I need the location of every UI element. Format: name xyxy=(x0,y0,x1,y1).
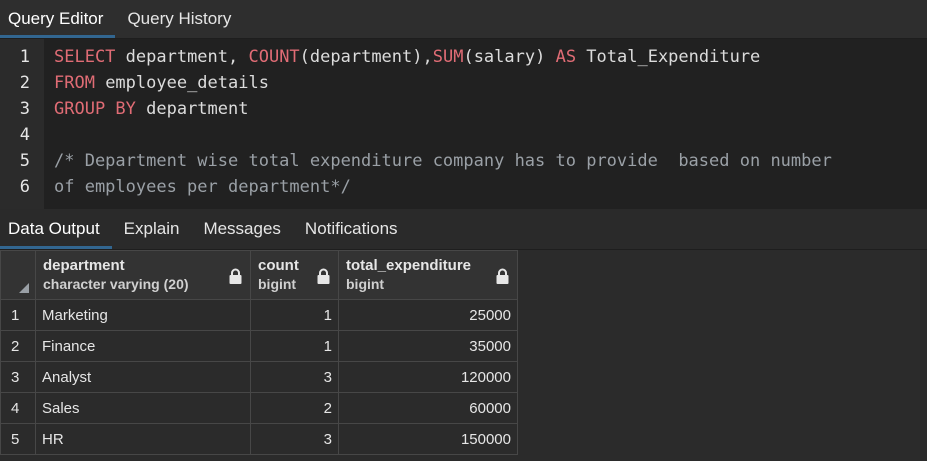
corner-triangle-icon xyxy=(19,283,29,293)
output-tabbar: Data Output Explain Messages Notifications xyxy=(0,209,927,250)
row-number[interactable]: 2 xyxy=(0,330,36,362)
line-number: 3 xyxy=(19,99,30,119)
lock-icon xyxy=(229,268,242,284)
tab-messages[interactable]: Messages xyxy=(191,209,292,249)
line-number: 5 xyxy=(19,151,30,171)
table-cell[interactable]: 2 xyxy=(250,392,339,424)
code-text: of employees per department*/ xyxy=(54,174,351,200)
row-number[interactable]: 3 xyxy=(0,361,36,393)
table-cell[interactable]: Finance xyxy=(35,330,251,362)
lock-icon xyxy=(317,268,330,284)
column-type: bigint xyxy=(346,276,385,292)
column-name: department xyxy=(43,257,125,274)
sql-keyword: COUNT xyxy=(248,47,300,67)
table-cell[interactable]: Analyst xyxy=(35,361,251,393)
table-cell[interactable]: 120000 xyxy=(338,361,518,393)
sql-keyword: FROM xyxy=(54,73,95,93)
line-number: 6 xyxy=(19,177,30,197)
table-cell[interactable]: 3 xyxy=(250,423,339,455)
select-all-corner[interactable] xyxy=(0,250,36,300)
table-row[interactable]: 2 Finance 1 35000 xyxy=(0,330,518,362)
column-name: total_expenditure xyxy=(346,257,472,274)
table-cell[interactable]: 3 xyxy=(250,361,339,393)
tab-data-output[interactable]: Data Output xyxy=(0,209,112,249)
table-row[interactable]: 1 Marketing 1 25000 xyxy=(0,299,518,331)
line-number: 1 xyxy=(19,47,30,67)
table-cell[interactable]: HR xyxy=(35,423,251,455)
table-cell[interactable]: Marketing xyxy=(35,299,251,331)
sql-keyword: AS xyxy=(555,47,577,67)
sql-text: department, xyxy=(115,47,249,67)
table-cell[interactable]: 25000 xyxy=(338,299,518,331)
sql-keyword: GROUP BY xyxy=(54,99,136,119)
result-table: department character varying (20) count big… xyxy=(0,250,518,455)
table-cell[interactable]: 1 xyxy=(250,299,339,331)
editor-tabbar: Query Editor Query History xyxy=(0,0,927,39)
row-number[interactable]: 5 xyxy=(0,423,36,455)
sql-keyword: SUM xyxy=(432,47,464,67)
sql-text: department xyxy=(135,99,249,119)
row-number[interactable]: 1 xyxy=(0,299,36,331)
table-row[interactable]: 5 HR 3 150000 xyxy=(0,423,518,455)
table-cell[interactable]: Sales xyxy=(35,392,251,424)
sql-comment: /* Department wise total expenditure com… xyxy=(54,151,832,171)
column-header-department[interactable]: department character varying (20) xyxy=(35,250,251,300)
sql-comment: of employees per department*/ xyxy=(54,177,351,197)
code-text: /* Department wise total expenditure com… xyxy=(54,148,832,174)
sql-editor[interactable]: 1 SELECT department, COUNT(department),SU… xyxy=(0,39,927,209)
column-header-count[interactable]: count bigint xyxy=(250,250,339,300)
table-cell[interactable]: 1 xyxy=(250,330,339,362)
sql-text: (salary) xyxy=(463,47,556,67)
line-number: 2 xyxy=(19,73,30,93)
tab-query-editor[interactable]: Query Editor xyxy=(0,0,116,38)
table-cell[interactable]: 60000 xyxy=(338,392,518,424)
sql-keyword: SELECT xyxy=(54,47,116,67)
table-cell[interactable]: 35000 xyxy=(338,330,518,362)
tab-notifications[interactable]: Notifications xyxy=(293,209,410,249)
tab-query-history[interactable]: Query History xyxy=(115,0,243,38)
row-number[interactable]: 4 xyxy=(0,392,36,424)
data-output-grid: department character varying (20) count big… xyxy=(0,250,927,461)
line-number: 4 xyxy=(19,125,30,145)
sql-text: (department), xyxy=(299,47,433,67)
code-text: GROUP BY department xyxy=(54,96,248,122)
lock-icon xyxy=(496,268,509,284)
sql-text: Total_Expenditure xyxy=(576,47,761,67)
column-type: character varying (20) xyxy=(43,276,189,292)
code-text: FROM employee_details xyxy=(54,70,269,96)
table-cell[interactable]: 150000 xyxy=(338,423,518,455)
table-row[interactable]: 3 Analyst 3 120000 xyxy=(0,361,518,393)
sql-text: employee_details xyxy=(94,73,269,93)
tab-explain[interactable]: Explain xyxy=(112,209,192,249)
column-header-total-expenditure[interactable]: total_expenditurebigint xyxy=(338,250,518,300)
table-row[interactable]: 4 Sales 2 60000 xyxy=(0,392,518,424)
code-text: SELECT department, COUNT(department),SUM… xyxy=(54,44,760,70)
